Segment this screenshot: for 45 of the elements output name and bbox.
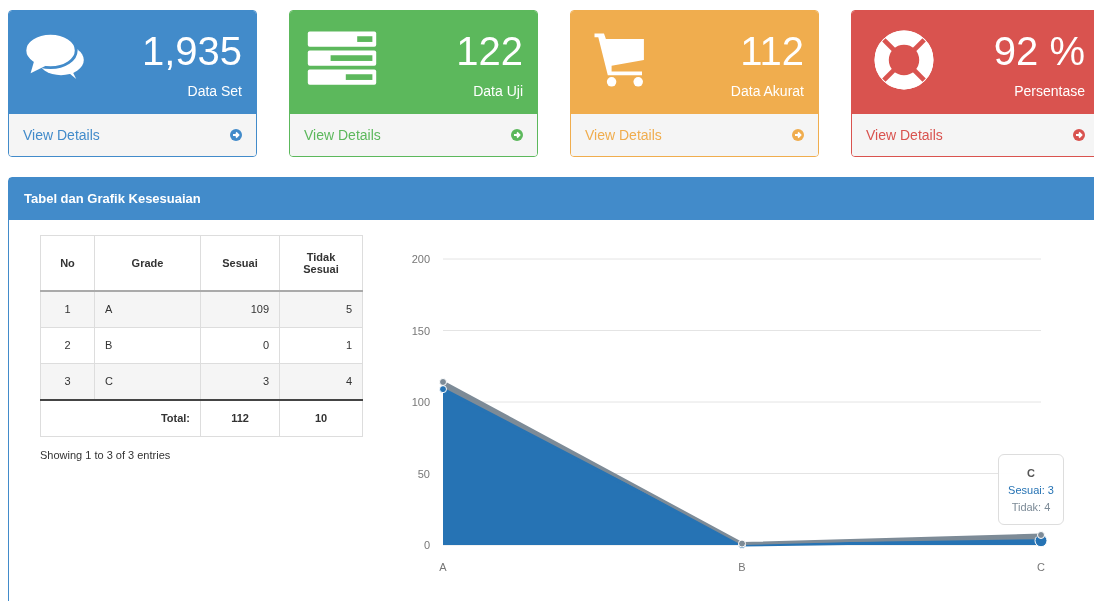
stat-value: 1,935 xyxy=(141,29,242,73)
table-cell: 109 xyxy=(200,290,280,327)
tooltip-line: Sesuai: 3 xyxy=(1008,483,1054,496)
table-cell: 5 xyxy=(279,290,363,327)
tooltip-line: Tidak: 4 xyxy=(1011,500,1051,513)
entries-info: Showing 1 to 3 of 3 entries xyxy=(40,448,172,461)
stat-label: Data Set xyxy=(187,83,242,99)
axis-label: C xyxy=(1037,561,1045,573)
table-cell: 2 xyxy=(40,327,95,363)
arrow-circle-icon[interactable] xyxy=(1073,129,1085,141)
stat-value: 92 % xyxy=(993,29,1085,73)
stat-label: Data Uji xyxy=(473,83,523,99)
total-cell: 10 xyxy=(279,399,363,436)
table-cell: 0 xyxy=(200,327,280,363)
view-details-link[interactable]: View Details xyxy=(23,127,100,143)
axis-label: 200 xyxy=(411,253,430,265)
column-header: Sesuai xyxy=(200,235,280,291)
column-header: Tidak Sesuai xyxy=(279,235,363,291)
stat-label: Persentase xyxy=(1014,83,1085,99)
axis-label: A xyxy=(439,561,447,573)
axis-label: 50 xyxy=(417,467,430,480)
total-label: Total: xyxy=(40,399,201,436)
table-cell: B xyxy=(94,327,201,363)
column-header: Grade xyxy=(94,235,201,291)
axis-label: 100 xyxy=(411,396,430,408)
view-details-link[interactable]: View Details xyxy=(585,127,662,143)
table-cell: 1 xyxy=(40,290,95,327)
arrow-circle-icon[interactable] xyxy=(511,129,523,141)
axis-label: B xyxy=(738,561,746,573)
total-cell: 112 xyxy=(200,399,280,436)
axis-label: 0 xyxy=(423,539,430,551)
stat-value: 122 xyxy=(456,29,523,73)
table-cell: A xyxy=(94,290,201,327)
arrow-circle-icon[interactable] xyxy=(792,129,804,141)
panel-title: Tabel dan Grafik Kesesuaian xyxy=(9,178,1094,220)
table-cell: 3 xyxy=(40,363,95,400)
tooltip-title: C xyxy=(1027,466,1035,479)
stat-label: Data Akurat xyxy=(730,83,804,99)
column-header: No xyxy=(40,235,95,291)
axis-label: 150 xyxy=(411,324,430,337)
view-details-link[interactable]: View Details xyxy=(304,127,381,143)
view-details-link[interactable]: View Details xyxy=(866,127,943,143)
table-cell: 1 xyxy=(279,327,363,363)
stat-value: 112 xyxy=(740,29,804,73)
arrow-circle-icon[interactable] xyxy=(230,129,242,141)
